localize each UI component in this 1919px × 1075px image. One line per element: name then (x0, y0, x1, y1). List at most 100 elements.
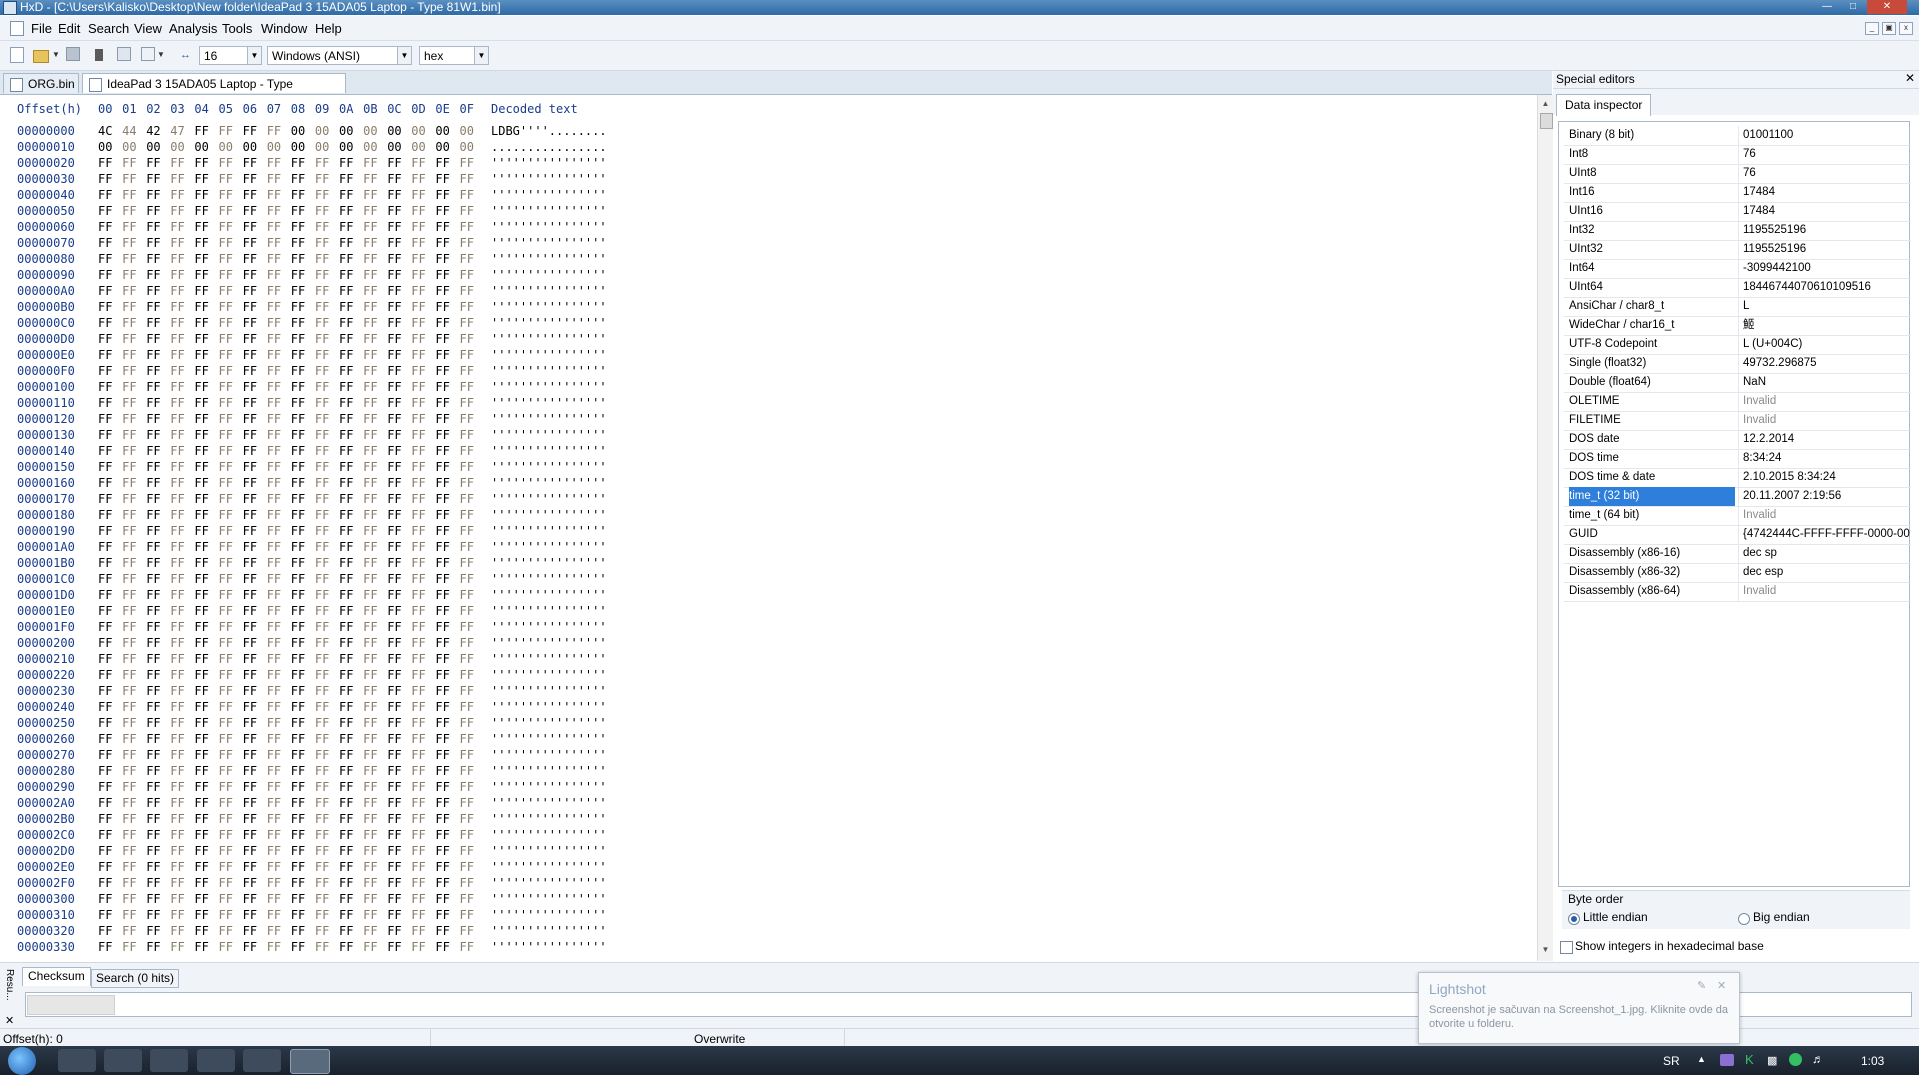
hex-byte[interactable]: FF (339, 172, 353, 186)
hex-byte[interactable]: FF (460, 204, 474, 218)
hex-byte[interactable]: FF (339, 492, 353, 506)
hex-byte[interactable]: FF (146, 876, 160, 890)
inspector-value[interactable]: 䱌 (1738, 316, 1910, 335)
hex-byte[interactable]: FF (194, 732, 208, 746)
hex-byte[interactable]: FF (291, 572, 305, 586)
hex-byte[interactable]: FF (363, 220, 377, 234)
hex-byte[interactable]: FF (243, 844, 257, 858)
hex-byte[interactable]: FF (146, 204, 160, 218)
hex-byte[interactable]: FF (98, 604, 112, 618)
inspector-value[interactable]: 1195525196 (1738, 240, 1910, 259)
hex-editor[interactable]: Offset(h) 00 01 02 03 04 05 06 07 08 09 0A 0B 0C 0D 0E 0… (0, 95, 1537, 961)
inspector-row[interactable]: Disassembly (x86-16) dec sp (1564, 544, 1911, 564)
hex-byte[interactable]: FF (170, 300, 184, 314)
hex-byte[interactable]: FF (435, 268, 449, 282)
hex-byte[interactable]: FF (267, 380, 281, 394)
hex-byte[interactable]: FF (339, 604, 353, 618)
hex-byte[interactable]: FF (363, 364, 377, 378)
hex-byte[interactable]: FF (146, 380, 160, 394)
decoded-text[interactable]: '''''''''''''''' (491, 172, 607, 186)
hex-byte[interactable]: FF (339, 892, 353, 906)
clipboard-icon[interactable] (95, 49, 103, 61)
hex-byte[interactable]: FF (339, 844, 353, 858)
hex-byte[interactable]: FF (291, 220, 305, 234)
hex-byte[interactable]: FF (339, 812, 353, 826)
inspector-row[interactable]: WideChar / char16_t 䱌 (1564, 316, 1911, 336)
hex-byte[interactable]: FF (387, 220, 401, 234)
hex-byte[interactable]: FF (98, 316, 112, 330)
hex-byte[interactable]: FF (98, 268, 112, 282)
taskbar-explorer-icon[interactable] (197, 1049, 235, 1072)
hex-byte[interactable]: FF (460, 908, 474, 922)
hex-byte[interactable]: FF (363, 156, 377, 170)
hex-byte[interactable]: FF (98, 716, 112, 730)
hex-byte[interactable]: FF (122, 444, 136, 458)
hex-byte[interactable]: FF (435, 732, 449, 746)
hex-byte[interactable]: FF (291, 236, 305, 250)
hex-byte[interactable]: FF (243, 556, 257, 570)
hex-byte[interactable]: FF (122, 812, 136, 826)
hex-byte[interactable]: FF (315, 572, 329, 586)
hex-byte[interactable]: FF (339, 188, 353, 202)
hex-byte[interactable]: FF (363, 940, 377, 954)
hex-byte[interactable]: 00 (339, 124, 353, 138)
hex-byte[interactable]: FF (291, 860, 305, 874)
inspector-value[interactable]: 76 (1738, 145, 1910, 164)
decoded-text[interactable]: '''''''''''''''' (491, 636, 607, 650)
hex-byte[interactable]: FF (267, 540, 281, 554)
hex-byte[interactable]: FF (315, 460, 329, 474)
hex-byte[interactable]: FF (98, 732, 112, 746)
hex-byte[interactable]: FF (98, 236, 112, 250)
hex-byte[interactable]: 00 (339, 140, 353, 154)
hex-byte[interactable]: FF (387, 332, 401, 346)
hex-byte[interactable]: FF (435, 492, 449, 506)
hex-byte[interactable]: FF (267, 364, 281, 378)
hex-byte[interactable]: FF (219, 876, 233, 890)
hex-byte[interactable]: FF (267, 892, 281, 906)
hex-byte[interactable]: FF (122, 316, 136, 330)
hex-byte[interactable]: FF (98, 524, 112, 538)
hex-byte[interactable]: FF (122, 748, 136, 762)
decoded-text[interactable]: '''''''''''''''' (491, 684, 607, 698)
network-icon[interactable]: ▩ (1767, 1054, 1777, 1067)
hex-byte[interactable]: FF (387, 796, 401, 810)
hex-byte[interactable]: FF (170, 556, 184, 570)
decoded-text[interactable]: '''''''''''''''' (491, 300, 607, 314)
vertical-scrollbar[interactable]: ▲ ▼ (1537, 95, 1553, 961)
hex-byte[interactable]: FF (315, 604, 329, 618)
hex-byte[interactable]: FF (194, 700, 208, 714)
hex-byte[interactable]: FF (219, 124, 233, 138)
hex-byte[interactable]: FF (363, 300, 377, 314)
hex-byte[interactable]: FF (267, 652, 281, 666)
hex-byte[interactable]: FF (387, 556, 401, 570)
hex-byte[interactable]: FF (267, 668, 281, 682)
hex-byte[interactable]: FF (219, 828, 233, 842)
hex-byte[interactable]: FF (122, 940, 136, 954)
hex-byte[interactable]: FF (243, 188, 257, 202)
hex-byte[interactable]: FF (243, 156, 257, 170)
decoded-text[interactable]: '''''''''''''''' (491, 236, 607, 250)
hex-byte[interactable]: FF (363, 748, 377, 762)
hex-byte[interactable]: FF (146, 588, 160, 602)
close-icon[interactable]: ✕ (5, 1014, 14, 1027)
hex-byte[interactable]: FF (291, 476, 305, 490)
hex-byte[interactable]: FF (98, 284, 112, 298)
hex-byte[interactable]: FF (219, 620, 233, 634)
inspector-row[interactable]: Double (float64) NaN (1564, 373, 1911, 393)
hex-byte[interactable]: FF (363, 844, 377, 858)
hex-byte[interactable]: FF (243, 428, 257, 442)
hex-byte[interactable]: FF (122, 300, 136, 314)
hex-byte[interactable]: FF (315, 620, 329, 634)
hex-byte[interactable]: FF (460, 332, 474, 346)
hex-byte[interactable]: FF (435, 300, 449, 314)
hex-byte[interactable]: FF (122, 796, 136, 810)
hex-byte[interactable]: FF (267, 860, 281, 874)
hex-byte[interactable]: FF (435, 812, 449, 826)
hex-byte[interactable]: FF (460, 828, 474, 842)
hex-byte[interactable]: FF (363, 812, 377, 826)
hex-byte[interactable]: FF (387, 924, 401, 938)
hex-byte[interactable]: FF (339, 668, 353, 682)
hex-byte[interactable]: FF (339, 876, 353, 890)
hex-byte[interactable]: FF (146, 524, 160, 538)
hex-byte[interactable]: FF (387, 764, 401, 778)
